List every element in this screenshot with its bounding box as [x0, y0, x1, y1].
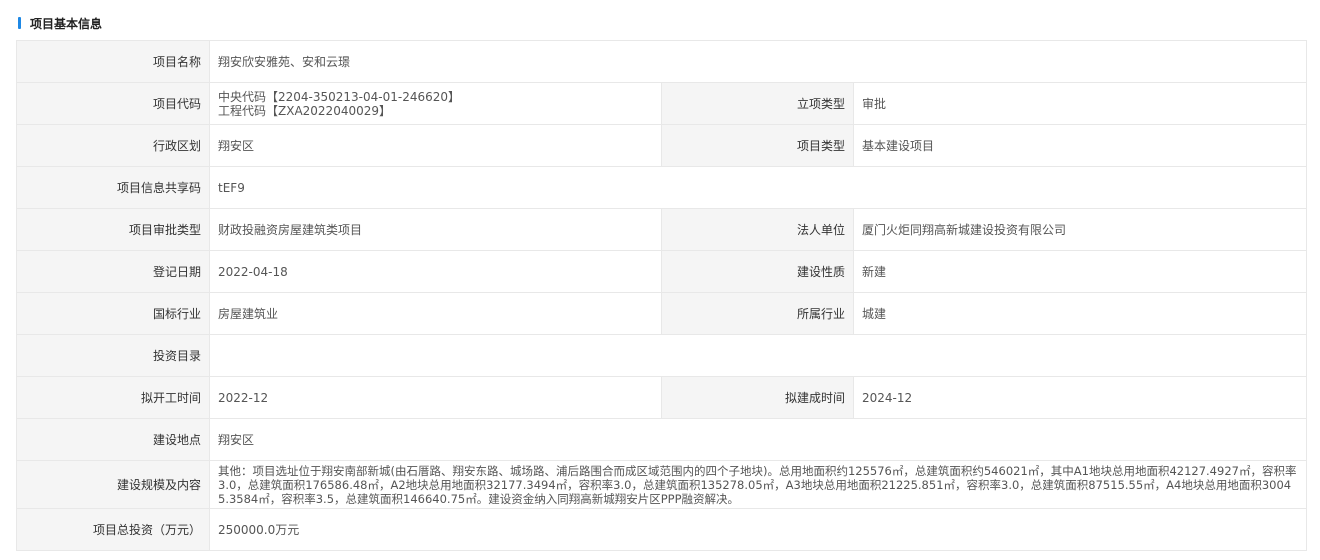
table-row: 项目名称 翔安欣安雅苑、安和云璟 — [16, 40, 1307, 83]
share-code-value: tEF9 — [209, 166, 1307, 209]
table-row: 项目代码 中央代码【2204-350213-04-01-246620】 工程代码… — [16, 82, 1307, 125]
register-date-value: 2022-04-18 — [209, 250, 662, 293]
investment-catalog-label: 投资目录 — [16, 334, 210, 377]
register-date-label: 登记日期 — [16, 250, 210, 293]
investment-catalog-value — [209, 334, 1307, 377]
table-row: 行政区划 翔安区 项目类型 基本建设项目 — [16, 124, 1307, 167]
project-code-label: 项目代码 — [16, 82, 210, 125]
location-value: 翔安区 — [209, 418, 1307, 461]
project-code-value: 中央代码【2204-350213-04-01-246620】 工程代码【ZXA2… — [209, 82, 662, 125]
legal-unit-value: 厦门火炬同翔高新城建设投资有限公司 — [853, 208, 1307, 251]
project-info-table: 项目名称 翔安欣安雅苑、安和云璟 项目代码 中央代码【2204-350213-0… — [16, 40, 1307, 551]
total-investment-value: 250000.0万元 — [209, 508, 1307, 551]
project-name-label: 项目名称 — [16, 40, 210, 83]
project-type-value: 基本建设项目 — [853, 124, 1307, 167]
national-industry-label: 国标行业 — [16, 292, 210, 335]
section-accent-bar — [18, 17, 21, 29]
share-code-label: 项目信息共享码 — [16, 166, 210, 209]
section-title: 项目基本信息 — [30, 16, 103, 31]
planned-finish-value: 2024-12 — [853, 376, 1307, 419]
engineering-code: 工程代码【ZXA2022040029】 — [218, 103, 391, 118]
scale-content-label: 建设规模及内容 — [16, 460, 210, 509]
planned-start-value: 2022-12 — [209, 376, 662, 419]
construction-nature-label: 建设性质 — [661, 250, 854, 293]
industry-value: 城建 — [853, 292, 1307, 335]
admin-region-value: 翔安区 — [209, 124, 662, 167]
industry-label: 所属行业 — [661, 292, 854, 335]
table-row: 国标行业 房屋建筑业 所属行业 城建 — [16, 292, 1307, 335]
project-type-label: 项目类型 — [661, 124, 854, 167]
construction-nature-value: 新建 — [853, 250, 1307, 293]
table-row: 建设地点 翔安区 — [16, 418, 1307, 461]
legal-unit-label: 法人单位 — [661, 208, 854, 251]
table-row: 投资目录 — [16, 334, 1307, 377]
table-row: 项目信息共享码 tEF9 — [16, 166, 1307, 209]
approval-category-label: 项目审批类型 — [16, 208, 210, 251]
approval-category-value: 财政投融资房屋建筑类项目 — [209, 208, 662, 251]
national-industry-value: 房屋建筑业 — [209, 292, 662, 335]
planned-start-label: 拟开工时间 — [16, 376, 210, 419]
table-row: 登记日期 2022-04-18 建设性质 新建 — [16, 250, 1307, 293]
approval-type-label: 立项类型 — [661, 82, 854, 125]
table-row: 拟开工时间 2022-12 拟建成时间 2024-12 — [16, 376, 1307, 419]
admin-region-label: 行政区划 — [16, 124, 210, 167]
approval-type-value: 审批 — [853, 82, 1307, 125]
section-header: 项目基本信息 — [18, 14, 102, 32]
central-code: 中央代码【2204-350213-04-01-246620】 — [218, 89, 461, 104]
scale-content-value: 其他：项目选址位于翔安南部新城(由石厝路、翔安东路、城场路、浦后路围合而成区域范… — [209, 460, 1307, 509]
table-row: 项目审批类型 财政投融资房屋建筑类项目 法人单位 厦门火炬同翔高新城建设投资有限… — [16, 208, 1307, 251]
location-label: 建设地点 — [16, 418, 210, 461]
total-investment-label: 项目总投资（万元） — [16, 508, 210, 551]
planned-finish-label: 拟建成时间 — [661, 376, 854, 419]
table-row: 建设规模及内容 其他：项目选址位于翔安南部新城(由石厝路、翔安东路、城场路、浦后… — [16, 460, 1307, 509]
project-name-value: 翔安欣安雅苑、安和云璟 — [209, 40, 1307, 83]
table-row: 项目总投资（万元） 250000.0万元 — [16, 508, 1307, 551]
